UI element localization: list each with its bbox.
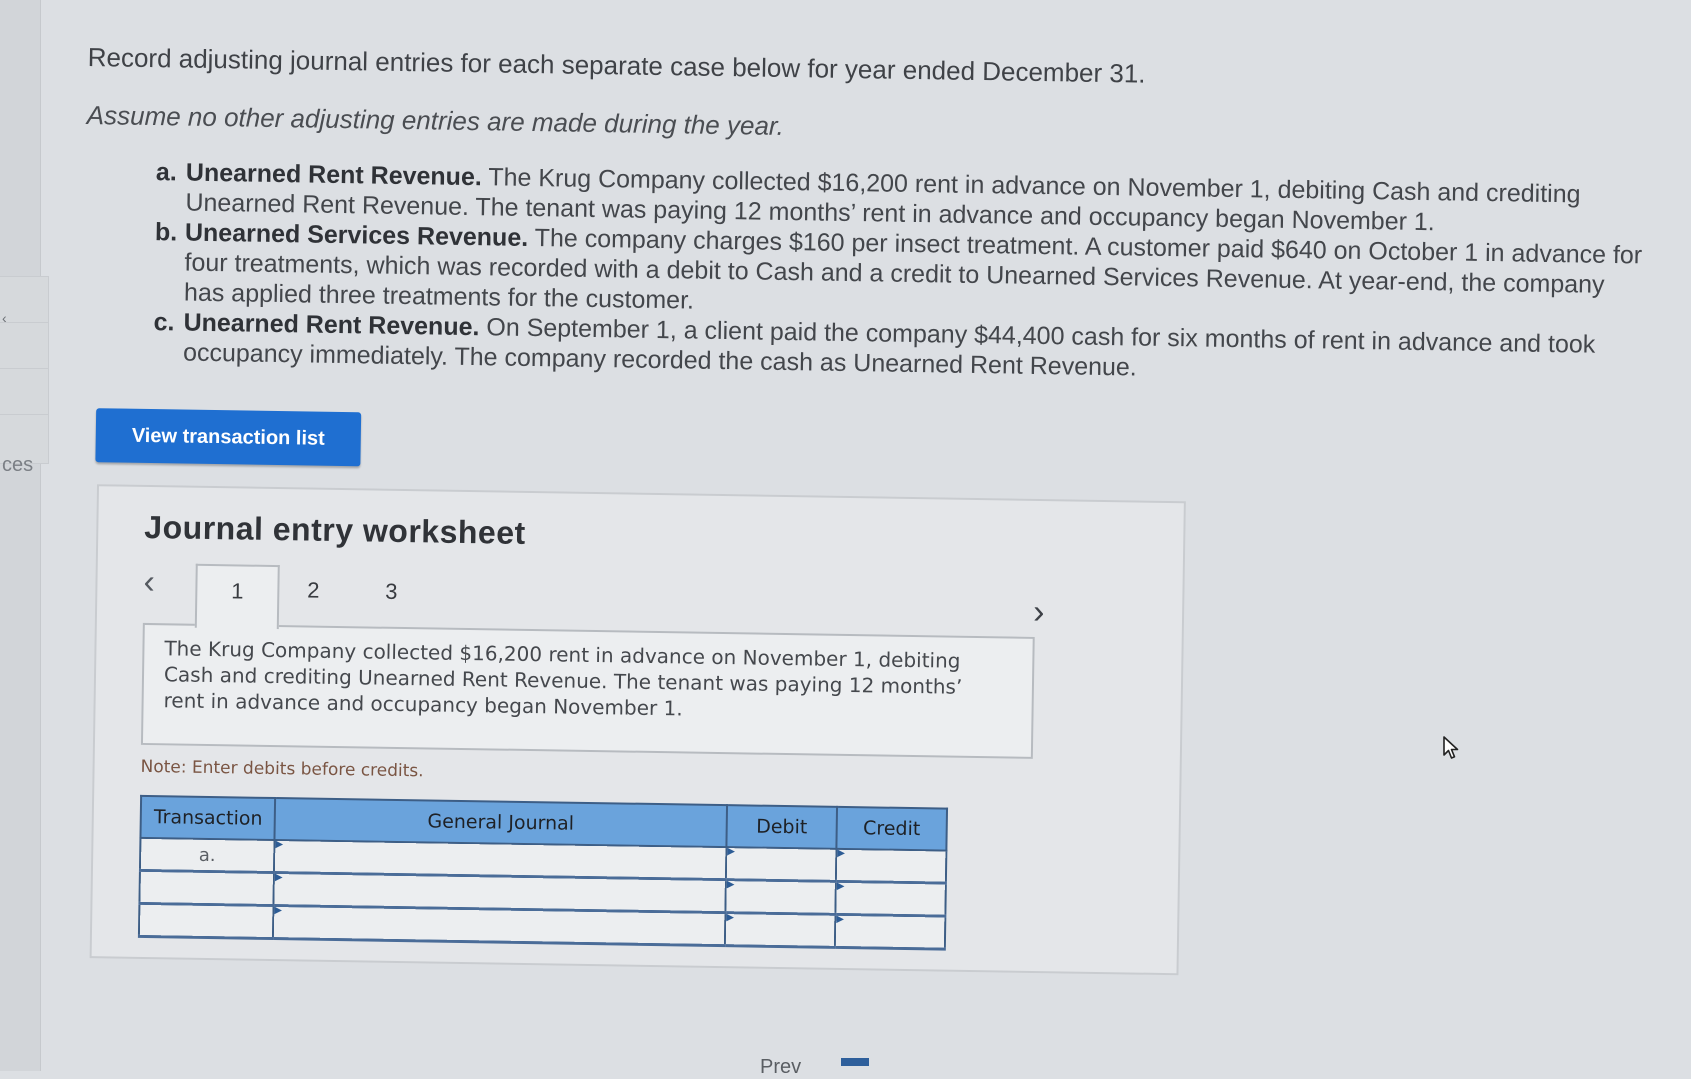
left-panel bbox=[0, 0, 41, 1071]
case-title: Unearned Rent Revenue. bbox=[185, 158, 483, 192]
view-transaction-list-button[interactable]: View transaction list bbox=[95, 408, 362, 467]
case-list: a. Unearned Rent Revenue. The Krug Compa… bbox=[153, 157, 1644, 390]
tab-2[interactable]: 2 bbox=[273, 565, 354, 628]
case-title: Unearned Rent Revenue. bbox=[183, 308, 480, 342]
credit-input[interactable] bbox=[835, 881, 946, 917]
tab-3[interactable]: 3 bbox=[351, 566, 432, 629]
credit-input[interactable] bbox=[835, 848, 947, 884]
journal-table: Transaction General Journal Debit Credit… bbox=[138, 795, 948, 951]
left-panel-slot[interactable] bbox=[0, 368, 49, 418]
left-panel-slot[interactable] bbox=[0, 276, 49, 326]
debit-input[interactable] bbox=[724, 912, 836, 948]
transaction-cell bbox=[139, 870, 274, 906]
header-credit: Credit bbox=[836, 806, 948, 851]
case-letter: b. bbox=[154, 218, 178, 247]
worksheet-title: Journal entry worksheet bbox=[144, 508, 526, 551]
assumption-text: Assume no other adjusting entries are ma… bbox=[86, 99, 785, 141]
question-content: Record adjusting journal entries for eac… bbox=[74, 40, 1648, 982]
header-debit: Debit bbox=[726, 805, 838, 849]
prev-arrow-icon[interactable]: ‹ bbox=[143, 563, 155, 602]
journal-entry-worksheet: Journal entry worksheet ‹ 1 2 3 › The Kr… bbox=[89, 484, 1186, 976]
mouse-cursor-icon bbox=[1443, 736, 1459, 759]
header-transaction: Transaction bbox=[140, 795, 276, 841]
case-letter: c. bbox=[153, 308, 175, 337]
tab-1[interactable]: 1 bbox=[194, 563, 280, 630]
transaction-description-box: The Krug Company collected $16,200 rent … bbox=[140, 622, 1035, 759]
left-panel-slot[interactable] bbox=[0, 322, 49, 372]
case-letter: a. bbox=[155, 158, 178, 187]
bottom-navigation: Prev bbox=[760, 1056, 869, 1079]
transaction-cell: a. bbox=[139, 837, 275, 873]
account-select[interactable] bbox=[272, 905, 726, 946]
instruction-text: Record adjusting journal entries for eac… bbox=[87, 41, 1146, 89]
next-arrow-icon[interactable]: › bbox=[1033, 593, 1045, 632]
debit-input[interactable] bbox=[725, 879, 836, 915]
transaction-cell bbox=[138, 903, 274, 939]
collapse-arrow-icon[interactable]: ‹ bbox=[2, 310, 7, 326]
question-grid-icon[interactable] bbox=[840, 1058, 869, 1066]
transaction-description: The Krug Company collected $16,200 rent … bbox=[163, 636, 963, 721]
case-title: Unearned Services Revenue. bbox=[184, 218, 529, 252]
header-general-journal: General Journal bbox=[274, 798, 728, 848]
entry-note: Note: Enter debits before credits. bbox=[140, 756, 424, 782]
prev-page-button[interactable]: Prev bbox=[760, 1056, 801, 1078]
debit-input[interactable] bbox=[725, 847, 837, 882]
sidebar-tab-label[interactable]: ces bbox=[2, 454, 33, 477]
credit-input[interactable] bbox=[834, 914, 946, 950]
